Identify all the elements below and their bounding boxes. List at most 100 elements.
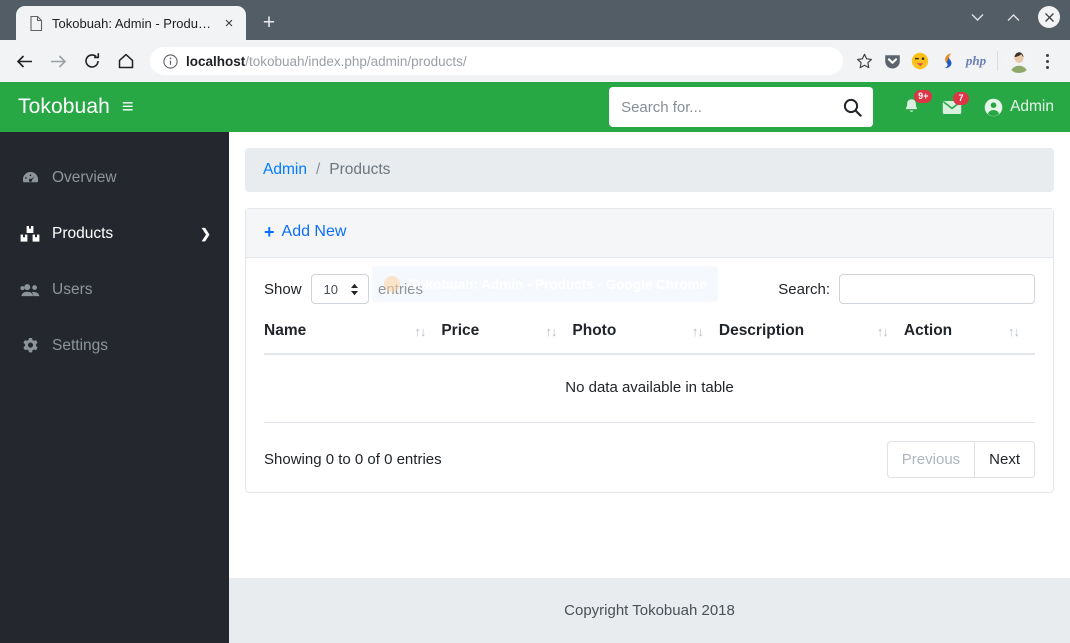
datatable-search-input[interactable] xyxy=(839,274,1035,304)
entries-select[interactable]: 10 xyxy=(311,274,369,304)
card-header: + Add New xyxy=(246,209,1053,258)
column-header-photo[interactable]: Photo ↑↓ xyxy=(572,322,718,354)
empty-message: No data available in table xyxy=(264,354,1035,423)
boxes-icon xyxy=(19,225,41,243)
kebab-dots xyxy=(1046,54,1049,69)
window-minimize-icon[interactable] xyxy=(966,6,988,28)
url-host: localhost xyxy=(186,54,245,69)
pagination: Previous Next xyxy=(887,441,1035,478)
breadcrumb-admin-link[interactable]: Admin xyxy=(263,161,307,179)
column-label: Price xyxy=(441,322,479,340)
products-table: Name ↑↓ Price ↑↓ Photo ↑↓ xyxy=(264,322,1035,423)
back-button[interactable] xyxy=(8,45,40,77)
datatable-footer: Showing 0 to 0 of 0 entries Previous Nex… xyxy=(264,441,1035,478)
sidebar-item-users[interactable]: Users xyxy=(0,262,229,318)
reload-button[interactable] xyxy=(76,45,108,77)
browser-toolbar: localhost/tokobuah/index.php/admin/produ… xyxy=(0,40,1070,82)
window-maximize-icon[interactable] xyxy=(1002,6,1024,28)
sort-icon: ↑↓ xyxy=(692,324,703,339)
column-label: Photo xyxy=(572,322,616,340)
browser-window: Tokobuah: Admin - Products × + xyxy=(0,0,1070,643)
add-new-label: Add New xyxy=(282,223,347,241)
window-close-icon[interactable] xyxy=(1038,6,1060,28)
sidebar-item-label: Products xyxy=(52,225,189,243)
app-brand[interactable]: Tokobuah xyxy=(18,95,110,119)
address-bar-url: localhost/tokobuah/index.php/admin/produ… xyxy=(186,54,467,69)
datatable-info: Showing 0 to 0 of 0 entries xyxy=(264,451,442,468)
column-header-price[interactable]: Price ↑↓ xyxy=(441,322,572,354)
profile-avatar-icon[interactable] xyxy=(1006,48,1032,74)
column-label: Description xyxy=(719,322,804,340)
messages-badge: 7 xyxy=(953,92,969,105)
sort-icon: ↑↓ xyxy=(877,324,888,339)
sidebar-item-caret: ❯ xyxy=(200,226,211,242)
column-label: Name xyxy=(264,322,306,340)
sidebar-item-settings[interactable]: Settings xyxy=(0,318,229,374)
add-new-button[interactable]: + Add New xyxy=(264,223,346,241)
sidebar: Overview Products ❯ Users xyxy=(0,132,229,643)
sidebar-item-label: Settings xyxy=(52,337,200,355)
plus-icon: + xyxy=(264,223,275,241)
emoji-extension-icon[interactable] xyxy=(907,48,933,74)
column-label: Action xyxy=(904,322,952,340)
sort-icon: ↑↓ xyxy=(414,324,425,339)
notifications-badge: 9+ xyxy=(914,90,932,103)
similarweb-extension-icon[interactable] xyxy=(935,48,961,74)
browser-tab[interactable]: Tokobuah: Admin - Products × xyxy=(16,6,246,40)
tab-title: Tokobuah: Admin - Products xyxy=(52,16,212,31)
entries-label: entries xyxy=(378,281,423,298)
content-inner: Admin / Products + Add New xyxy=(229,132,1070,578)
breadcrumb-current: Products xyxy=(329,161,390,179)
messages-button[interactable]: 7 xyxy=(942,100,962,115)
sidebar-item-label: Users xyxy=(52,281,200,299)
cog-icon xyxy=(19,337,41,356)
home-button[interactable] xyxy=(110,45,142,77)
card-body: Tokobuah: Admin - Products - Google Chro… xyxy=(246,258,1053,492)
page-icon xyxy=(28,15,44,31)
navbar-icons: 9+ 7 Admin xyxy=(903,98,1054,117)
notifications-button[interactable]: 9+ xyxy=(903,98,920,116)
tachometer-icon xyxy=(19,169,41,188)
page-body: Overview Products ❯ Users xyxy=(0,132,1070,643)
pagination-previous[interactable]: Previous xyxy=(887,441,974,478)
table-head: Name ↑↓ Price ↑↓ Photo ↑↓ xyxy=(264,322,1035,354)
navbar-search-input[interactable] xyxy=(609,87,832,127)
navbar-search[interactable] xyxy=(609,87,873,127)
avatar xyxy=(1007,49,1031,73)
hamburger-icon[interactable]: ≡ xyxy=(122,97,134,117)
new-tab-button[interactable]: + xyxy=(254,8,284,38)
users-icon xyxy=(19,282,41,298)
pocket-extension-icon[interactable] xyxy=(879,48,905,74)
chrome-menu-icon[interactable] xyxy=(1034,48,1060,74)
pagination-next[interactable]: Next xyxy=(974,441,1035,478)
search-icon[interactable] xyxy=(832,87,873,127)
column-header-name[interactable]: Name ↑↓ xyxy=(264,322,441,354)
search-label: Search: xyxy=(778,281,830,298)
info-circle-icon[interactable] xyxy=(162,53,178,69)
column-header-action[interactable]: Action ↑↓ xyxy=(904,322,1035,354)
datatable-controls: Show 10 entries xyxy=(264,274,1035,304)
column-header-description[interactable]: Description ↑↓ xyxy=(719,322,904,354)
sidebar-item-overview[interactable]: Overview xyxy=(0,150,229,206)
tab-close-icon[interactable]: × xyxy=(220,14,238,32)
bookmark-star-icon[interactable] xyxy=(851,48,877,74)
page-viewport: Tokobuah ≡ 9+ 7 Ad xyxy=(0,82,1070,643)
table-empty-row: No data available in table xyxy=(264,354,1035,423)
url-path: /tokobuah/index.php/admin/products/ xyxy=(245,54,466,69)
entries-select-value: 10 xyxy=(324,282,338,297)
user-menu[interactable]: Admin xyxy=(984,98,1054,117)
app-navbar: Tokobuah ≡ 9+ 7 Ad xyxy=(0,82,1070,132)
page-footer: Copyright Tokobuah 2018 xyxy=(229,578,1070,643)
sort-icon: ↑↓ xyxy=(545,324,556,339)
address-bar[interactable]: localhost/tokobuah/index.php/admin/produ… xyxy=(150,47,843,75)
php-extension-icon[interactable]: php xyxy=(963,48,989,74)
forward-button[interactable] xyxy=(42,45,74,77)
datatable-filter: Search: xyxy=(778,274,1035,304)
datatable-length: Show 10 entries xyxy=(264,274,423,304)
user-circle-icon xyxy=(984,98,1003,117)
sidebar-item-products[interactable]: Products ❯ xyxy=(0,206,229,262)
breadcrumb-separator: / xyxy=(316,161,320,179)
chevron-updown-icon xyxy=(350,283,359,296)
window-controls xyxy=(966,6,1060,28)
sort-icon: ↑↓ xyxy=(1008,324,1019,339)
